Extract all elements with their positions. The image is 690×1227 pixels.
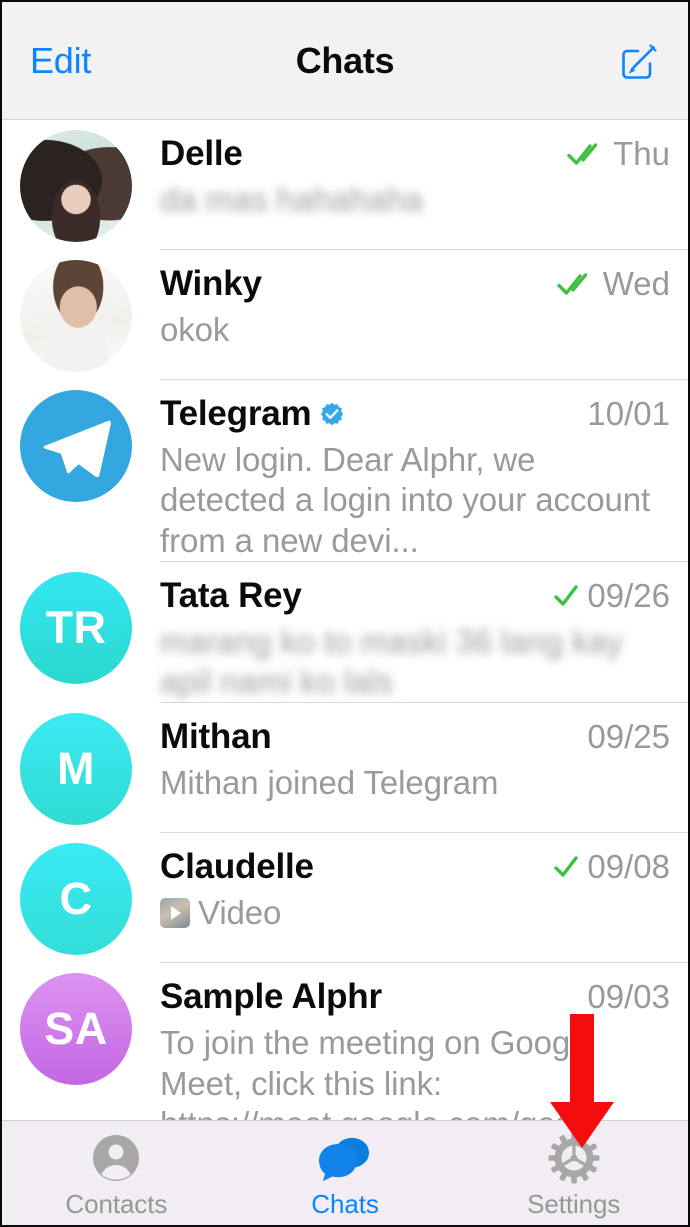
single-check-icon	[553, 854, 579, 880]
avatar-initials: M	[57, 743, 95, 795]
chat-date: 10/01	[587, 395, 670, 432]
chat-list[interactable]: Delle Thu da mas hahahaha Winky Wed okok Teleg…	[2, 120, 688, 1140]
chat-name: Telegram	[160, 394, 312, 433]
telegram-ios-screen: Edit Chats Delle Thu da mas hahahaha Winky W…	[0, 0, 690, 1227]
verified-badge-icon	[320, 402, 344, 426]
chat-preview-text: okok	[160, 311, 230, 348]
chat-name: Mithan	[160, 717, 272, 757]
chat-row-meta: 09/26	[553, 577, 670, 615]
tab-chats-label: Chats	[311, 1188, 379, 1219]
avatar[interactable]	[20, 260, 132, 372]
chats-bubbles-icon	[318, 1131, 372, 1185]
tab-chats[interactable]: Chats	[231, 1121, 460, 1225]
chat-row-header: Tata Rey 09/26	[160, 576, 670, 616]
chat-row-body: Delle Thu da mas hahahaha	[160, 120, 688, 250]
chat-row-body: Winky Wed okok	[160, 250, 688, 380]
avatar-initials: C	[59, 873, 93, 925]
edit-button[interactable]: Edit	[30, 40, 91, 82]
avatar[interactable]	[20, 390, 132, 502]
chat-row-header: Claudelle 09/08	[160, 847, 670, 887]
double-check-icon	[557, 271, 595, 297]
chat-date: 09/25	[587, 718, 670, 756]
avatar-container: TR	[20, 562, 132, 704]
chat-row-meta: 09/08	[553, 848, 670, 886]
tab-settings-label: Settings	[527, 1188, 621, 1219]
contacts-person-icon	[91, 1131, 141, 1185]
chat-date: Thu	[613, 135, 670, 172]
chat-row-body: Claudelle 09/08 Video	[160, 833, 688, 964]
chat-preview-row: okok	[160, 310, 670, 350]
chat-preview-row: Video	[160, 893, 670, 933]
avatar-container	[20, 380, 132, 562]
avatar-initials: SA	[44, 1003, 108, 1055]
chat-row-body: Mithan 09/25 Mithan joined Telegram	[160, 703, 688, 834]
chat-name: Sample Alphr	[160, 977, 382, 1017]
avatar[interactable]: SA	[20, 973, 132, 1086]
chat-preview-row: New login. Dear Alphr, we detected a log…	[160, 440, 670, 561]
avatar-container	[20, 250, 132, 380]
chat-row-meta: 09/25	[587, 718, 670, 756]
chat-row[interactable]: SA Sample Alphr 09/03 To join the meeting o…	[2, 963, 688, 1140]
chat-preview-text: Mithan joined Telegram	[160, 764, 499, 802]
chat-row[interactable]: M Mithan 09/25 Mithan joined Telegram	[2, 703, 688, 834]
double-check-icon	[567, 141, 605, 167]
compose-new-message-icon[interactable]	[618, 39, 662, 83]
chat-row-header: Sample Alphr 09/03	[160, 977, 670, 1017]
navigation-bar: Edit Chats	[2, 2, 688, 120]
avatar[interactable]: C	[20, 843, 132, 956]
chat-row[interactable]: Delle Thu da mas hahahaha	[2, 120, 688, 250]
avatar-container: C	[20, 833, 132, 963]
single-check-icon	[553, 583, 579, 609]
chat-name: Claudelle	[160, 847, 314, 887]
chat-row[interactable]: C Claudelle 09/08 Video	[2, 833, 688, 964]
chat-date: 09/26	[587, 576, 670, 614]
chat-row-body: Telegram 10/01 New login. Dear Alphr, we d…	[160, 380, 688, 562]
settings-gear-icon	[548, 1131, 600, 1185]
bottom-tab-bar: Contacts Chats Settings	[2, 1120, 688, 1225]
chat-row-meta: Thu	[567, 135, 670, 173]
chat-name: Delle	[160, 134, 243, 173]
chat-row-header: Telegram 10/01	[160, 394, 670, 434]
chat-row-header: Delle Thu	[160, 134, 670, 174]
chat-name: Winky	[160, 264, 262, 303]
chat-preview-row: marang ko to maski 36 lang kay apil nami…	[160, 622, 670, 703]
chat-row-header: Winky Wed	[160, 264, 670, 304]
chat-preview-text: Video	[198, 894, 282, 932]
page-title: Chats	[295, 39, 395, 81]
avatar[interactable]: M	[20, 713, 132, 826]
chat-row[interactable]: Telegram 10/01 New login. Dear Alphr, we d…	[2, 380, 688, 562]
tab-settings[interactable]: Settings	[459, 1121, 688, 1225]
chat-row-body: Tata Rey 09/26 marang ko to maski 36 lang …	[160, 562, 688, 704]
tab-contacts-label: Contacts	[65, 1188, 168, 1219]
avatar-container: M	[20, 703, 132, 833]
chat-row-meta: 09/03	[587, 978, 670, 1016]
chat-preview-text: marang ko to maski 36 lang kay apil nami…	[160, 622, 623, 700]
avatar-container	[20, 120, 132, 250]
chat-row[interactable]: TR Tata Rey 09/26 marang ko to maski 36 lan…	[2, 561, 688, 704]
chat-date: 09/03	[587, 978, 670, 1016]
avatar-initials: TR	[45, 601, 107, 653]
chat-row-meta: Wed	[557, 265, 670, 303]
chat-row-body: Sample Alphr 09/03 To join the meeting on …	[160, 963, 688, 1140]
avatar[interactable]	[20, 130, 132, 242]
chat-name: Tata Rey	[160, 575, 302, 615]
chat-preview-text: da mas hahahaha	[160, 181, 423, 218]
chat-row[interactable]: Winky Wed okok	[2, 250, 688, 380]
chat-row-header: Mithan 09/25	[160, 717, 670, 757]
avatar-container: SA	[20, 963, 132, 1140]
chat-date: 09/08	[587, 848, 670, 886]
chat-date: Wed	[602, 265, 670, 302]
chat-preview-text: New login. Dear Alphr, we detected a log…	[160, 441, 651, 559]
chat-preview-row: da mas hahahaha	[160, 180, 670, 220]
avatar[interactable]: TR	[20, 571, 132, 684]
tab-contacts[interactable]: Contacts	[2, 1121, 231, 1225]
chat-row-meta: 10/01	[587, 395, 670, 433]
chat-preview-row: Mithan joined Telegram	[160, 763, 670, 803]
video-thumbnail-icon	[160, 898, 190, 929]
